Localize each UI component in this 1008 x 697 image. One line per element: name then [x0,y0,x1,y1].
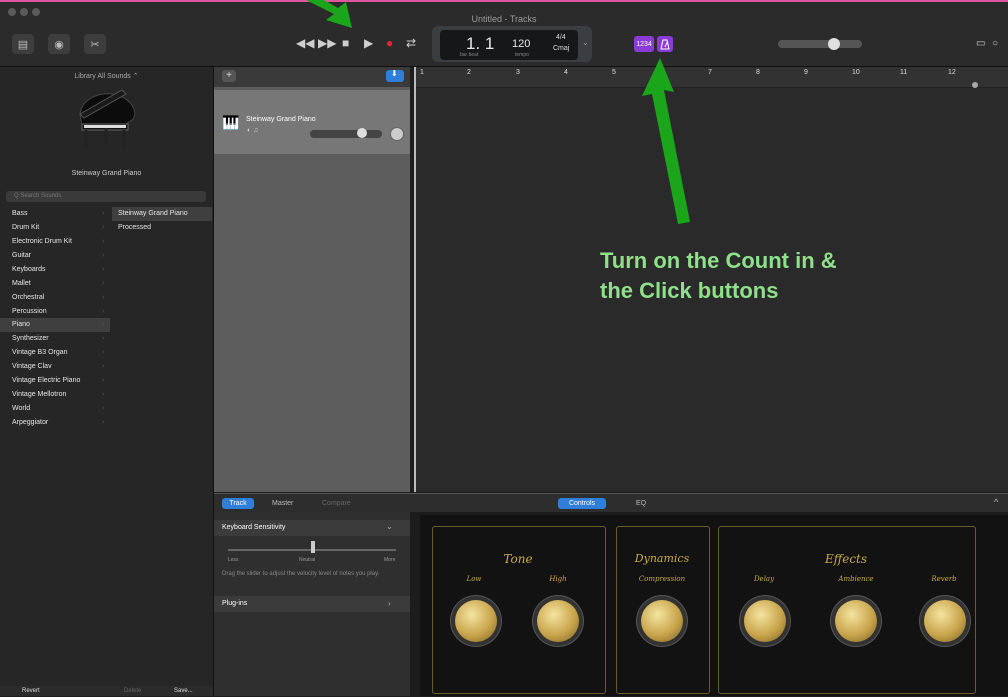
annotation-line-1: Turn on the Count in & [600,248,837,273]
annotation-arrows [306,0,690,224]
annotation-line-2: the Click buttons [600,278,779,303]
arrow-to-count-in-click [642,58,690,224]
annotation-text: Turn on the Count in & the Click buttons [600,246,960,306]
arrow-to-transport [306,0,352,28]
